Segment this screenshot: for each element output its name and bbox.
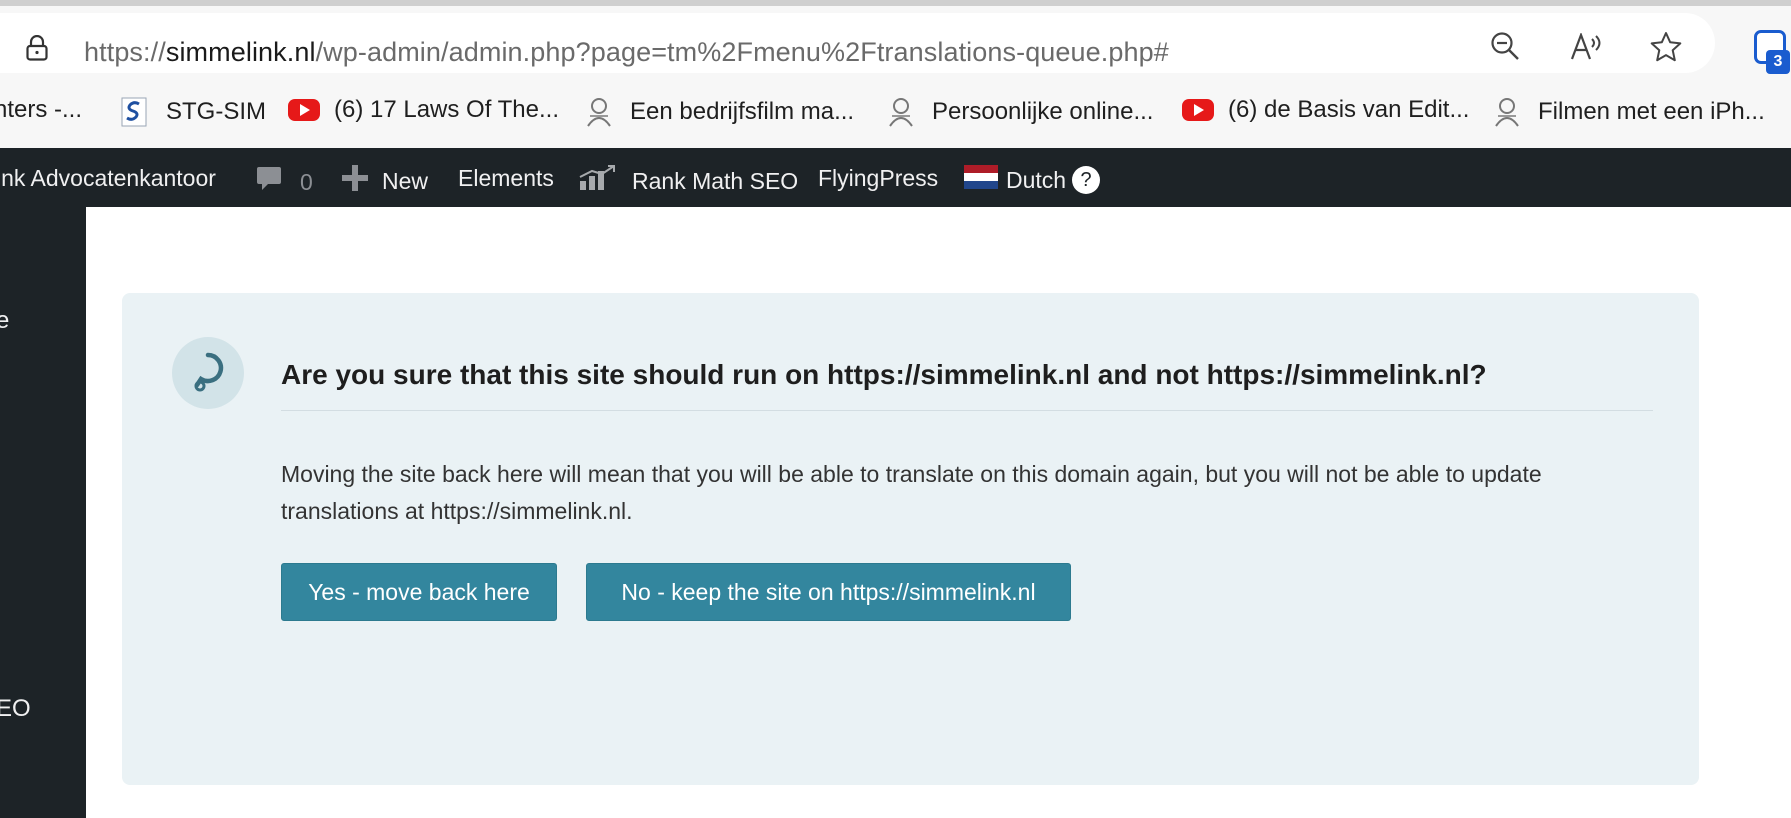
new-label: New (382, 167, 429, 194)
no-button-label: No - keep the site on https://simmelink.… (621, 578, 1036, 605)
url-host: simmelink.nl (165, 37, 316, 67)
language-label: Dutch (1006, 166, 1067, 193)
admin-bar-comments[interactable]: 0 (256, 165, 313, 199)
bookmark-item[interactable]: nters -... (0, 96, 82, 124)
bookmark-item[interactable]: (6) de Basis van Edit... (1182, 96, 1469, 124)
favorite-star-icon[interactable] (1650, 31, 1682, 68)
admin-bar-rank-math[interactable]: Rank Math SEO (578, 165, 798, 197)
comments-count: 0 (300, 168, 313, 195)
site-logo-icon (886, 96, 918, 128)
yes-move-back-button[interactable]: Yes - move back here (281, 563, 557, 621)
elements-label: Elements (458, 165, 554, 191)
comment-icon (256, 165, 282, 199)
bookmark-label: (6) 17 Laws Of The... (334, 96, 559, 123)
admin-bar-elements[interactable]: Elements (458, 165, 554, 192)
admin-bar-language[interactable]: Dutch ? (964, 165, 1101, 195)
sidebar-item-partial[interactable]: e (0, 307, 9, 335)
site-logo-icon (1492, 96, 1524, 128)
notice-body: Moving the site back here will mean that… (281, 461, 1542, 524)
rank-math-label: Rank Math SEO (632, 167, 799, 194)
bookmark-item[interactable]: Een bedrijfsfilm ma... (584, 96, 854, 128)
admin-bar-site-name[interactable]: ink Advocatenkantoor (0, 165, 216, 192)
address-bar-area: https://simmelink.nl/wp-admin/admin.php?… (0, 6, 1791, 82)
wpml-logo-icon (172, 337, 244, 409)
extension-badge: 3 (1766, 50, 1790, 74)
bookmark-label: Een bedrijfsfilm ma... (630, 98, 855, 125)
site-logo-icon (584, 96, 616, 128)
bookmark-label: nters -... (0, 96, 83, 123)
bookmark-label: (6) de Basis van Edit... (1228, 96, 1470, 123)
notice-heading: Are you sure that this site should run o… (281, 359, 1487, 390)
flyingpress-label: FlyingPress (818, 165, 939, 191)
bookmark-label: Filmen met een iPh... (1538, 98, 1765, 125)
zoom-out-icon[interactable] (1490, 31, 1520, 66)
dutch-flag-icon (964, 165, 998, 195)
wp-admin-sidebar: e EO (0, 207, 86, 818)
url-scheme: https:// (84, 37, 166, 67)
stg-logo-icon (120, 96, 152, 128)
url-path: /wp-admin/admin.php?page=tm%2Fmenu%2Ftra… (315, 37, 1169, 67)
bookmark-label: Persoonlijke online... (932, 98, 1154, 125)
bookmark-item[interactable]: Persoonlijke online... (886, 96, 1153, 128)
bookmark-item[interactable]: STG-SIM (120, 96, 266, 128)
site-name-label: ink Advocatenkantoor (0, 165, 216, 191)
url-bar[interactable]: https://simmelink.nl/wp-admin/admin.php?… (0, 13, 1715, 73)
bookmark-label: STG-SIM (166, 98, 266, 125)
admin-bar-flyingpress[interactable]: FlyingPress (818, 165, 938, 192)
help-icon[interactable]: ? (1072, 166, 1101, 194)
url-text[interactable]: https://simmelink.nl/wp-admin/admin.php?… (84, 37, 1169, 68)
sidebar-item-seo-partial[interactable]: EO (0, 695, 31, 723)
plus-icon (342, 165, 368, 197)
notice-divider (281, 410, 1653, 411)
no-keep-site-button[interactable]: No - keep the site on https://simmelink.… (586, 563, 1071, 621)
youtube-icon (1182, 99, 1214, 121)
bookmark-item[interactable]: Filmen met een iPh... (1492, 96, 1765, 128)
admin-bar-new[interactable]: New (342, 165, 428, 197)
lock-icon[interactable] (26, 34, 48, 61)
help-icon-glyph: ? (1080, 168, 1092, 191)
yes-button-label: Yes - move back here (308, 578, 530, 605)
read-aloud-icon[interactable] (1570, 31, 1604, 66)
youtube-icon (288, 99, 320, 121)
rank-math-icon (578, 165, 616, 197)
bookmark-item[interactable]: (6) 17 Laws Of The... (288, 96, 559, 124)
